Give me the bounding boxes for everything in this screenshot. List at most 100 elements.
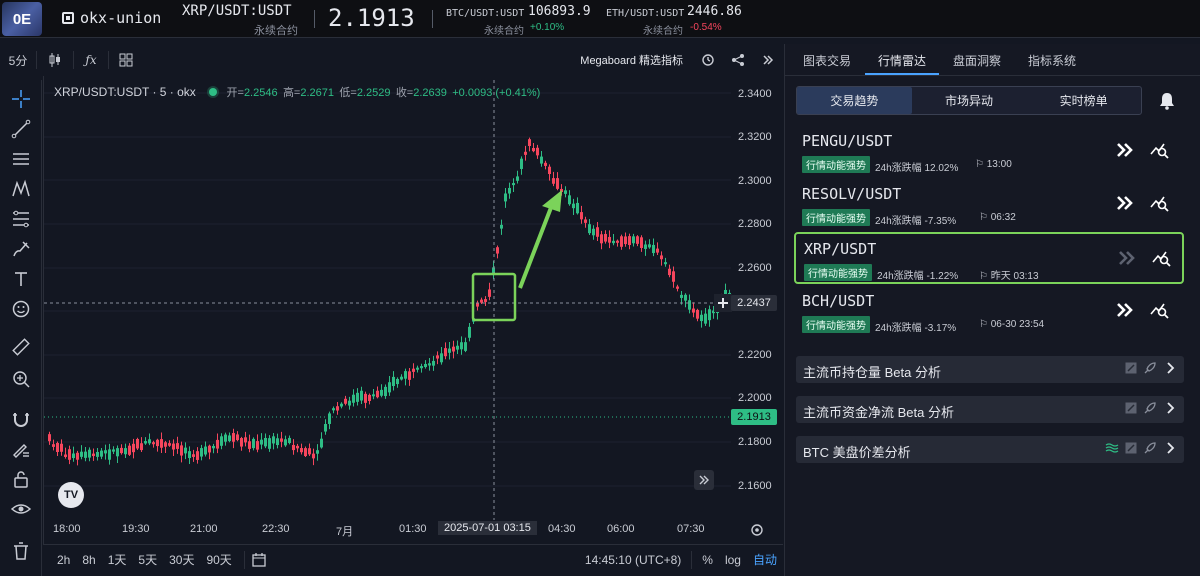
range-8h[interactable]: 8h (76, 553, 101, 567)
asset-24h-change: 24h涨跌幅 12.02% (875, 163, 959, 174)
chart-pane[interactable] (43, 76, 783, 544)
tradingview-logo-icon[interactable]: TV (58, 482, 84, 508)
candle-style-icon[interactable] (37, 44, 73, 76)
share-icon[interactable] (723, 44, 753, 76)
crosshair-time-tag: 2025-07-01 03:15 (438, 521, 537, 535)
legend-change: +0.0093 (+0.41%) (452, 87, 541, 99)
ticker-price: 2446.86 (687, 4, 742, 19)
percent-toggle[interactable]: % (696, 553, 719, 567)
legend-low-value: 2.2529 (356, 87, 391, 99)
text-tool-icon[interactable] (8, 266, 34, 292)
last-price-tag: 2.1913 (731, 409, 777, 425)
range-1d[interactable]: 1天 (102, 551, 133, 568)
radar-asset-row-selected[interactable]: XRP/USDT 行情动能强势 24h涨跌幅 -1.22% ⚐ 昨天 03:13 (794, 232, 1184, 284)
radar-asset-row[interactable]: RESOLV/USDT 行情动能强势 24h涨跌幅 -7.35% ⚐ 06:32 (794, 179, 1184, 231)
analysis-icon[interactable] (1150, 140, 1170, 163)
legend-symbol[interactable]: XRP/USDT:USDT · 5 · okx (54, 85, 196, 99)
eye-icon[interactable] (8, 496, 34, 522)
ticker-symbol[interactable]: BTC/USDT:USDT (446, 8, 524, 19)
price-axis-label: 2.1800 (738, 436, 772, 448)
ticker-symbol[interactable]: ETH/USDT:USDT (606, 8, 684, 19)
radar-asset-row[interactable]: BCH/USDT 行情动能强势 24h涨跌幅 -3.17% ⚐ 06-30 23… (794, 286, 1184, 338)
lock-icon[interactable] (8, 466, 34, 492)
goto-date-icon[interactable] (251, 552, 267, 568)
ruler-icon[interactable] (8, 334, 34, 360)
indicator-fx-icon[interactable]: ƒx (74, 44, 108, 76)
fib-icon[interactable] (8, 206, 34, 232)
analysis-accordion[interactable]: 主流币资金净流 Beta 分析 (796, 396, 1184, 423)
tab-indicator-system[interactable]: 指标系统 (1028, 52, 1076, 69)
emoji-icon[interactable] (8, 296, 34, 322)
chart-toolbar: 5分 ƒx Megaboard 精选指标 (0, 44, 783, 76)
megaboard-button[interactable]: Megaboard 精选指标 (570, 44, 693, 76)
tab-chart-trading[interactable]: 图表交易 (803, 52, 851, 69)
auto-scale-toggle[interactable]: 自动 (747, 551, 783, 568)
range-5d[interactable]: 5天 (132, 551, 163, 568)
exchange-label[interactable]: okx-union (62, 9, 161, 27)
exchange-name: okx-union (80, 9, 162, 27)
range-90d[interactable]: 90天 (200, 551, 237, 568)
legend-close-label: 收= (395, 87, 414, 99)
edit-icon[interactable] (1125, 402, 1137, 417)
legend-open-label: 开= (226, 87, 244, 99)
range-2h[interactable]: 2h (51, 553, 76, 567)
time-axis-label: 18:00 (53, 523, 81, 535)
segment-trend[interactable]: 交易趋势 (797, 87, 912, 114)
timezone-clock[interactable]: 14:45:10 (UTC+8) (579, 553, 687, 567)
trash-icon[interactable] (8, 538, 34, 564)
divider (243, 550, 245, 569)
segment-anomaly[interactable]: 市场异动 (912, 87, 1027, 114)
interval-selector[interactable]: 5分 (0, 44, 36, 76)
collapse-panel-icon[interactable] (753, 44, 783, 76)
chevron-right-icon[interactable] (1165, 362, 1175, 377)
horizontal-lines-icon[interactable] (8, 146, 34, 172)
segment-realtime-rank[interactable]: 实时榜单 (1026, 87, 1141, 114)
chevron-right-icon[interactable] (1165, 442, 1175, 457)
tab-market-radar[interactable]: 行情雷达 (878, 52, 926, 69)
rocket-icon[interactable] (1143, 362, 1156, 378)
panel-tabs: 图表交易 行情雷达 盘面洞察 指标系统 (785, 44, 1200, 76)
analysis-icon[interactable] (1152, 248, 1172, 271)
scroll-to-latest-icon[interactable] (694, 470, 714, 490)
magnet-icon[interactable] (8, 406, 34, 432)
fast-forward-icon[interactable] (1116, 302, 1134, 321)
right-panel: 图表交易 行情雷达 盘面洞察 指标系统 交易趋势 市场异动 实时榜单 PENGU… (784, 44, 1200, 576)
bell-icon[interactable] (1159, 92, 1175, 113)
analysis-accordion[interactable]: 主流币持仓量 Beta 分析 (796, 356, 1184, 383)
log-toggle[interactable]: log (719, 553, 747, 567)
tab-board-insight[interactable]: 盘面洞察 (953, 52, 1001, 69)
analysis-icon[interactable] (1150, 193, 1170, 216)
price-axis-label: 2.3400 (738, 88, 772, 100)
analysis-icon[interactable] (1150, 300, 1170, 323)
chart-settings-icon[interactable] (750, 523, 764, 540)
chevron-right-icon[interactable] (1165, 402, 1175, 417)
signal-time: ⚐ 昨天 03:13 (979, 271, 1039, 282)
ticker-change: +0.10% (530, 22, 565, 33)
analysis-accordion[interactable]: BTC 美盘价差分析 (796, 436, 1184, 463)
fast-forward-icon[interactable] (1116, 142, 1134, 161)
symbol-title[interactable]: XRP/USDT:USDT (182, 3, 292, 19)
crosshair-icon[interactable] (8, 86, 34, 112)
time-axis-label: 22:30 (262, 523, 290, 535)
time-axis-label: 07:30 (677, 523, 705, 535)
radar-asset-row[interactable]: PENGU/USDT 行情动能强势 24h涨跌幅 12.02% ⚐ 13:00 (794, 126, 1184, 178)
trend-line-icon[interactable] (8, 116, 34, 142)
price-axis-label: 2.2800 (738, 218, 772, 230)
fast-forward-icon[interactable] (1116, 195, 1134, 214)
app-logo[interactable]: 0E (2, 2, 42, 36)
fast-forward-icon[interactable] (1118, 250, 1136, 269)
replay-icon[interactable] (693, 44, 723, 76)
bottom-toolbar: 2h 8h 1天 5天 30天 90天 14:45:10 (UTC+8) % l… (43, 544, 783, 574)
symbol-type: 永续合约 (254, 25, 298, 37)
brush-icon[interactable] (8, 236, 34, 262)
zoom-in-icon[interactable] (8, 366, 34, 392)
asset-symbol: RESOLV/USDT (802, 185, 902, 203)
rocket-icon[interactable] (1143, 442, 1156, 458)
draw-lock-icon[interactable] (8, 436, 34, 462)
layout-grid-icon[interactable] (109, 44, 143, 76)
pattern-icon[interactable] (8, 176, 34, 202)
edit-icon[interactable] (1125, 362, 1137, 377)
rocket-icon[interactable] (1143, 402, 1156, 418)
range-30d[interactable]: 30天 (163, 551, 200, 568)
edit-icon[interactable] (1125, 442, 1137, 457)
